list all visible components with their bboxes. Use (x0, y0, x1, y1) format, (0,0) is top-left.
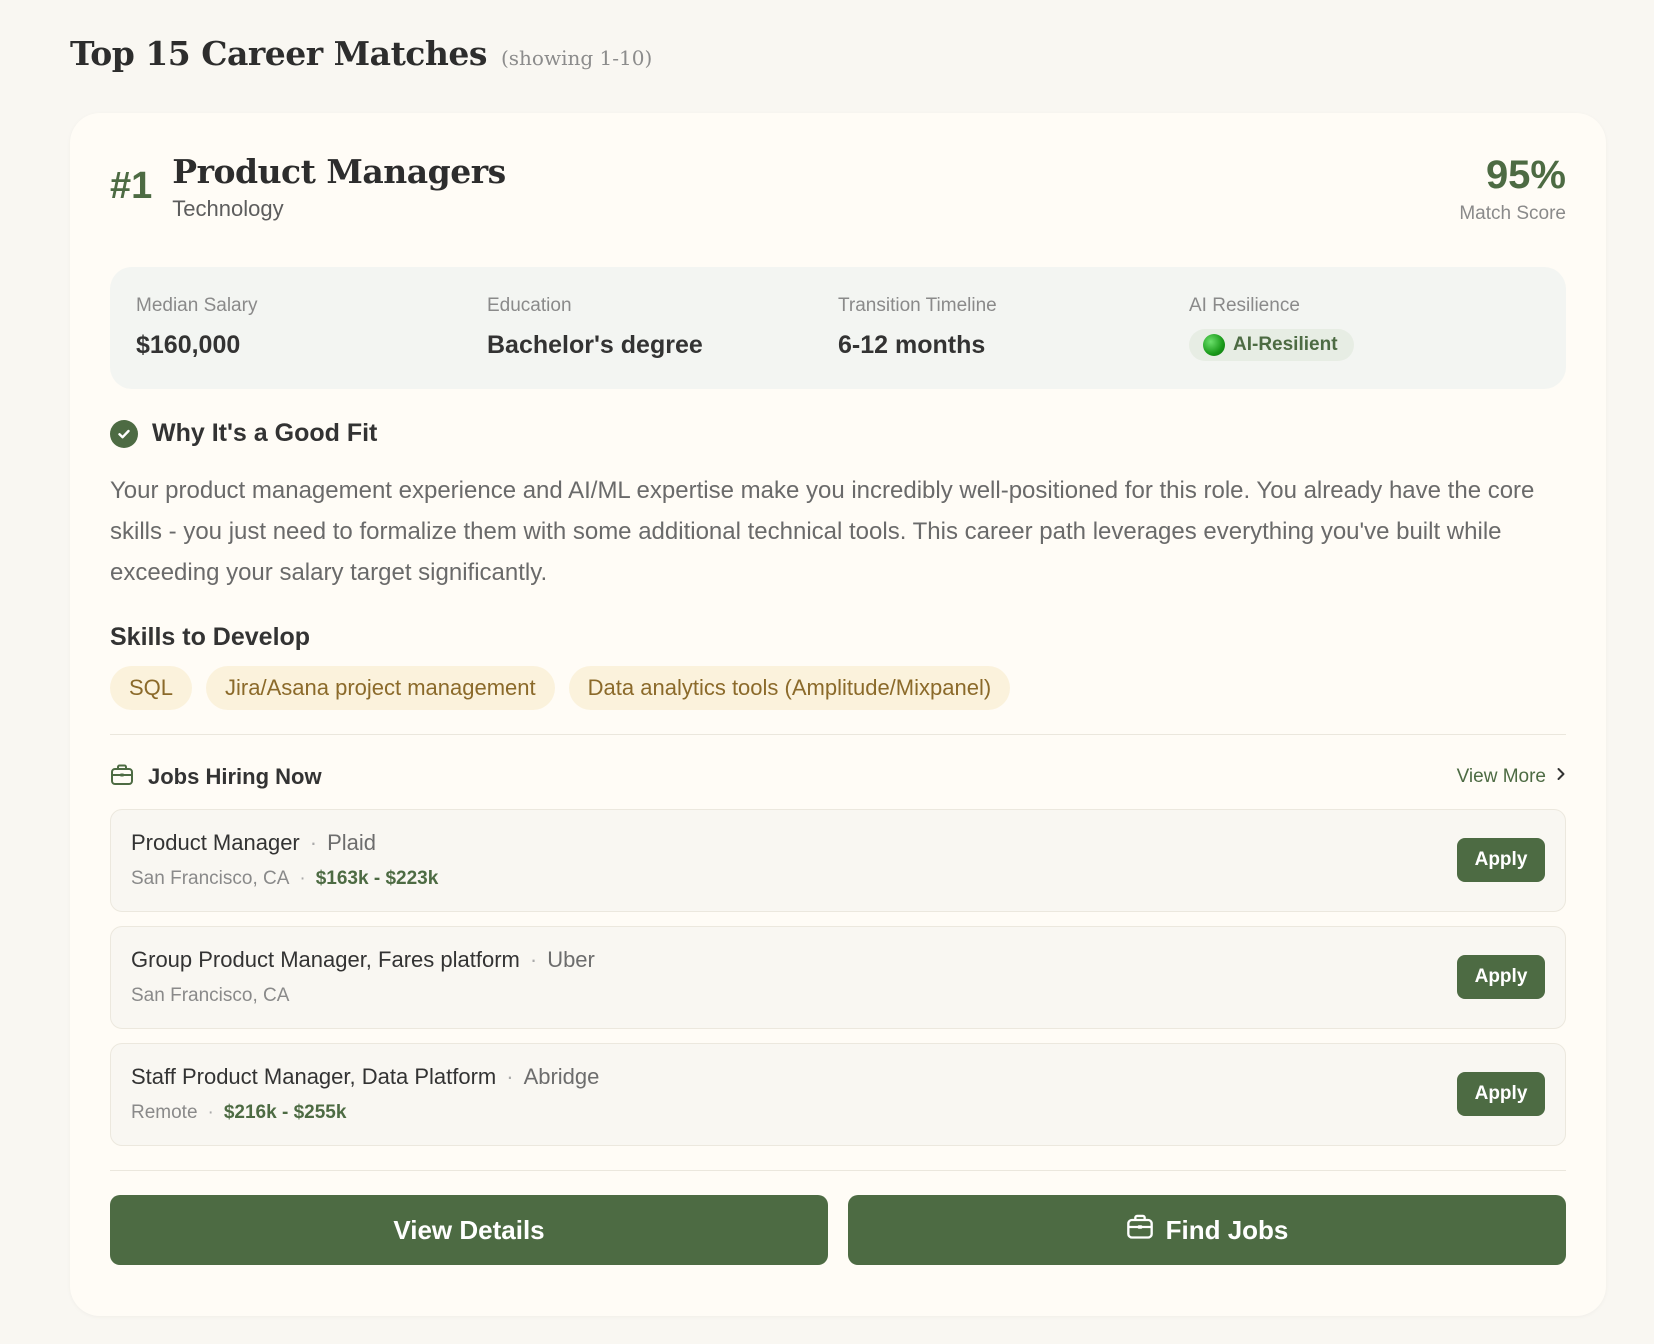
chevron-right-icon (1556, 766, 1566, 788)
skill-tag: SQL (110, 666, 193, 710)
jobs-title-group: Jobs Hiring Now (110, 764, 322, 791)
role-heading: Product Managers Technology (172, 151, 506, 222)
job-title-line: Staff Product Manager, Data Platform · Abr… (131, 1064, 600, 1089)
briefcase-icon (110, 764, 134, 791)
stat-label: Education (487, 295, 572, 316)
stats-panel: Median Salary $160,000 Education Bachelo… (110, 267, 1566, 389)
divider (110, 734, 1566, 735)
skill-tag: Data analytics tools (Amplitude/Mixpanel… (568, 666, 1011, 710)
career-card: #1 Product Managers Technology 95% Match… (70, 113, 1606, 1316)
jobs-title: Jobs Hiring Now (148, 764, 322, 789)
job-listing: Staff Product Manager, Data Platform · Abr… (110, 1043, 1566, 1146)
apply-button[interactable]: Apply (1457, 1072, 1545, 1116)
page: Top 15 Career Matches (showing 1-10) #1 … (0, 0, 1654, 1344)
role-category: Technology (172, 196, 284, 222)
match-score-label: Match Score (1459, 203, 1566, 224)
view-more-label: View More (1456, 766, 1546, 787)
rank-number: #1 (110, 165, 153, 207)
card-actions: View Details Find Jobs (110, 1195, 1566, 1265)
divider (110, 1170, 1566, 1171)
view-details-label: View Details (393, 1214, 545, 1245)
rank-title-group: #1 Product Managers Technology (110, 151, 506, 222)
job-meta-line: San Francisco, CA (131, 985, 1545, 1007)
find-jobs-label: Find Jobs (1165, 1214, 1289, 1245)
stat-label: Transition Timeline (838, 295, 997, 316)
fit-heading: Why It's a Good Fit (110, 419, 1566, 448)
fit-description: Your product management experience and A… (110, 477, 1535, 586)
job-company: Plaid (327, 830, 377, 855)
stat-label: AI Resilience (1189, 295, 1300, 316)
find-jobs-button[interactable]: Find Jobs (848, 1195, 1566, 1265)
job-salary: $163k - $223k (315, 868, 439, 889)
stat-transition-timeline: Transition Timeline 6-12 months (838, 295, 1189, 389)
job-company: Abridge (523, 1064, 600, 1089)
stat-education: Education Bachelor's degree (487, 295, 838, 389)
stat-value: 6-12 months (838, 331, 986, 359)
stat-label: Median Salary (136, 295, 258, 316)
job-title: Product Manager (131, 830, 300, 855)
job-salary: $216k - $255k (223, 1102, 347, 1123)
page-title: Top 15 Career Matches (70, 34, 487, 73)
match-score-value: 95% (1485, 153, 1566, 197)
job-title: Group Product Manager, Fares platform (131, 947, 520, 972)
job-title-line: Group Product Manager, Fares platform · Ub… (131, 947, 595, 972)
job-listing: Group Product Manager, Fares platform · Ub… (110, 926, 1566, 1029)
job-title: Staff Product Manager, Data Platform (131, 1064, 497, 1089)
apply-button[interactable]: Apply (1457, 838, 1545, 882)
stat-value: Bachelor's degree (487, 331, 703, 359)
match-score: 95% Match Score (1459, 151, 1566, 225)
green-dot-icon (1203, 334, 1225, 356)
fit-title: Why It's a Good Fit (152, 419, 378, 447)
role-title: Product Managers (172, 152, 506, 191)
stat-value: $160,000 (136, 331, 241, 359)
skill-tag: Jira/Asana project management (206, 666, 555, 710)
page-subtitle: (showing 1-10) (500, 46, 653, 70)
job-location: San Francisco, CA (131, 985, 290, 1006)
jobs-heading: Jobs Hiring Now View More (110, 763, 1566, 791)
briefcase-icon (1126, 1214, 1154, 1247)
ai-resilience-label: AI-Resilient (1233, 334, 1338, 355)
stat-ai-resilience: AI Resilience AI-Resilient (1189, 295, 1540, 389)
skills-title: Skills to Develop (110, 623, 311, 651)
apply-button[interactable]: Apply (1457, 955, 1545, 999)
job-listing: Product Manager · Plaid San Francisco, CA ·… (110, 809, 1566, 912)
check-circle-icon (110, 419, 138, 448)
view-details-button[interactable]: View Details (110, 1195, 828, 1265)
card-header: #1 Product Managers Technology 95% Match… (110, 151, 1566, 261)
job-meta-line: San Francisco, CA · $163k - $223k (131, 868, 439, 889)
ai-resilience-badge: AI-Resilient (1189, 329, 1354, 361)
job-company: Uber (547, 947, 595, 972)
view-more-link[interactable]: View More (1457, 766, 1566, 788)
job-title-line: Product Manager · Plaid (131, 830, 377, 855)
job-location: Remote (131, 1102, 198, 1123)
job-meta-line: Remote · $216k - $255k (131, 1102, 347, 1123)
page-header: Top 15 Career Matches (showing 1-10) (70, 34, 1584, 84)
skills-list: SQL Jira/Asana project management Data a… (110, 666, 1566, 710)
job-location: San Francisco, CA (131, 868, 290, 889)
stat-median-salary: Median Salary $160,000 (136, 295, 487, 389)
